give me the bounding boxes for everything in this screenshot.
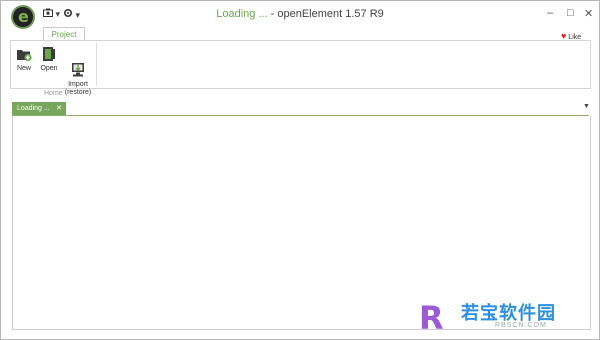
new-button[interactable]: New [15, 46, 33, 72]
import-button-label: Import (restore) [64, 81, 92, 96]
new-button-label: New [16, 65, 31, 72]
titlebar: ▾ ▾ Loading ... - openElement 1.57 R9 – … [1, 1, 599, 29]
app-window: ▾ ▾ Loading ... - openElement 1.57 R9 – … [0, 0, 600, 340]
watermark-r-icon: R [419, 299, 444, 337]
tab-list-dropdown-icon[interactable]: ▼ [583, 103, 590, 110]
open-button-label: Open [40, 65, 58, 72]
maximize-button[interactable]: □ [567, 7, 574, 19]
tab-project[interactable]: Project [43, 27, 85, 41]
open-button[interactable]: Open [39, 46, 59, 72]
title-app: - openElement 1.57 R9 [267, 8, 384, 20]
ribbon-group-separator [96, 43, 97, 86]
new-project-icon [16, 46, 32, 62]
title-loading: Loading ... [216, 8, 268, 20]
window-title: Loading ... - openElement 1.57 R9 [1, 8, 599, 20]
open-icon [41, 46, 57, 62]
watermark-logo: R 若宝软件园 RBSCN.COM [413, 297, 599, 337]
import-icon [70, 54, 86, 77]
import-restore-button[interactable]: Import (restore) [63, 46, 93, 97]
close-tab-icon[interactable]: ✕ [56, 102, 62, 115]
watermark-subtext: RBSCN.COM [495, 322, 547, 329]
ribbon-group-home-label: Home [44, 90, 63, 97]
close-button[interactable]: ✕ [584, 7, 593, 20]
document-tab-label: Loading ... [17, 105, 50, 112]
ribbon-panel: New Open Import (restore) [10, 40, 591, 96]
document-tab[interactable]: Loading ... ✕ [12, 102, 66, 115]
minimize-button[interactable]: – [547, 7, 553, 19]
